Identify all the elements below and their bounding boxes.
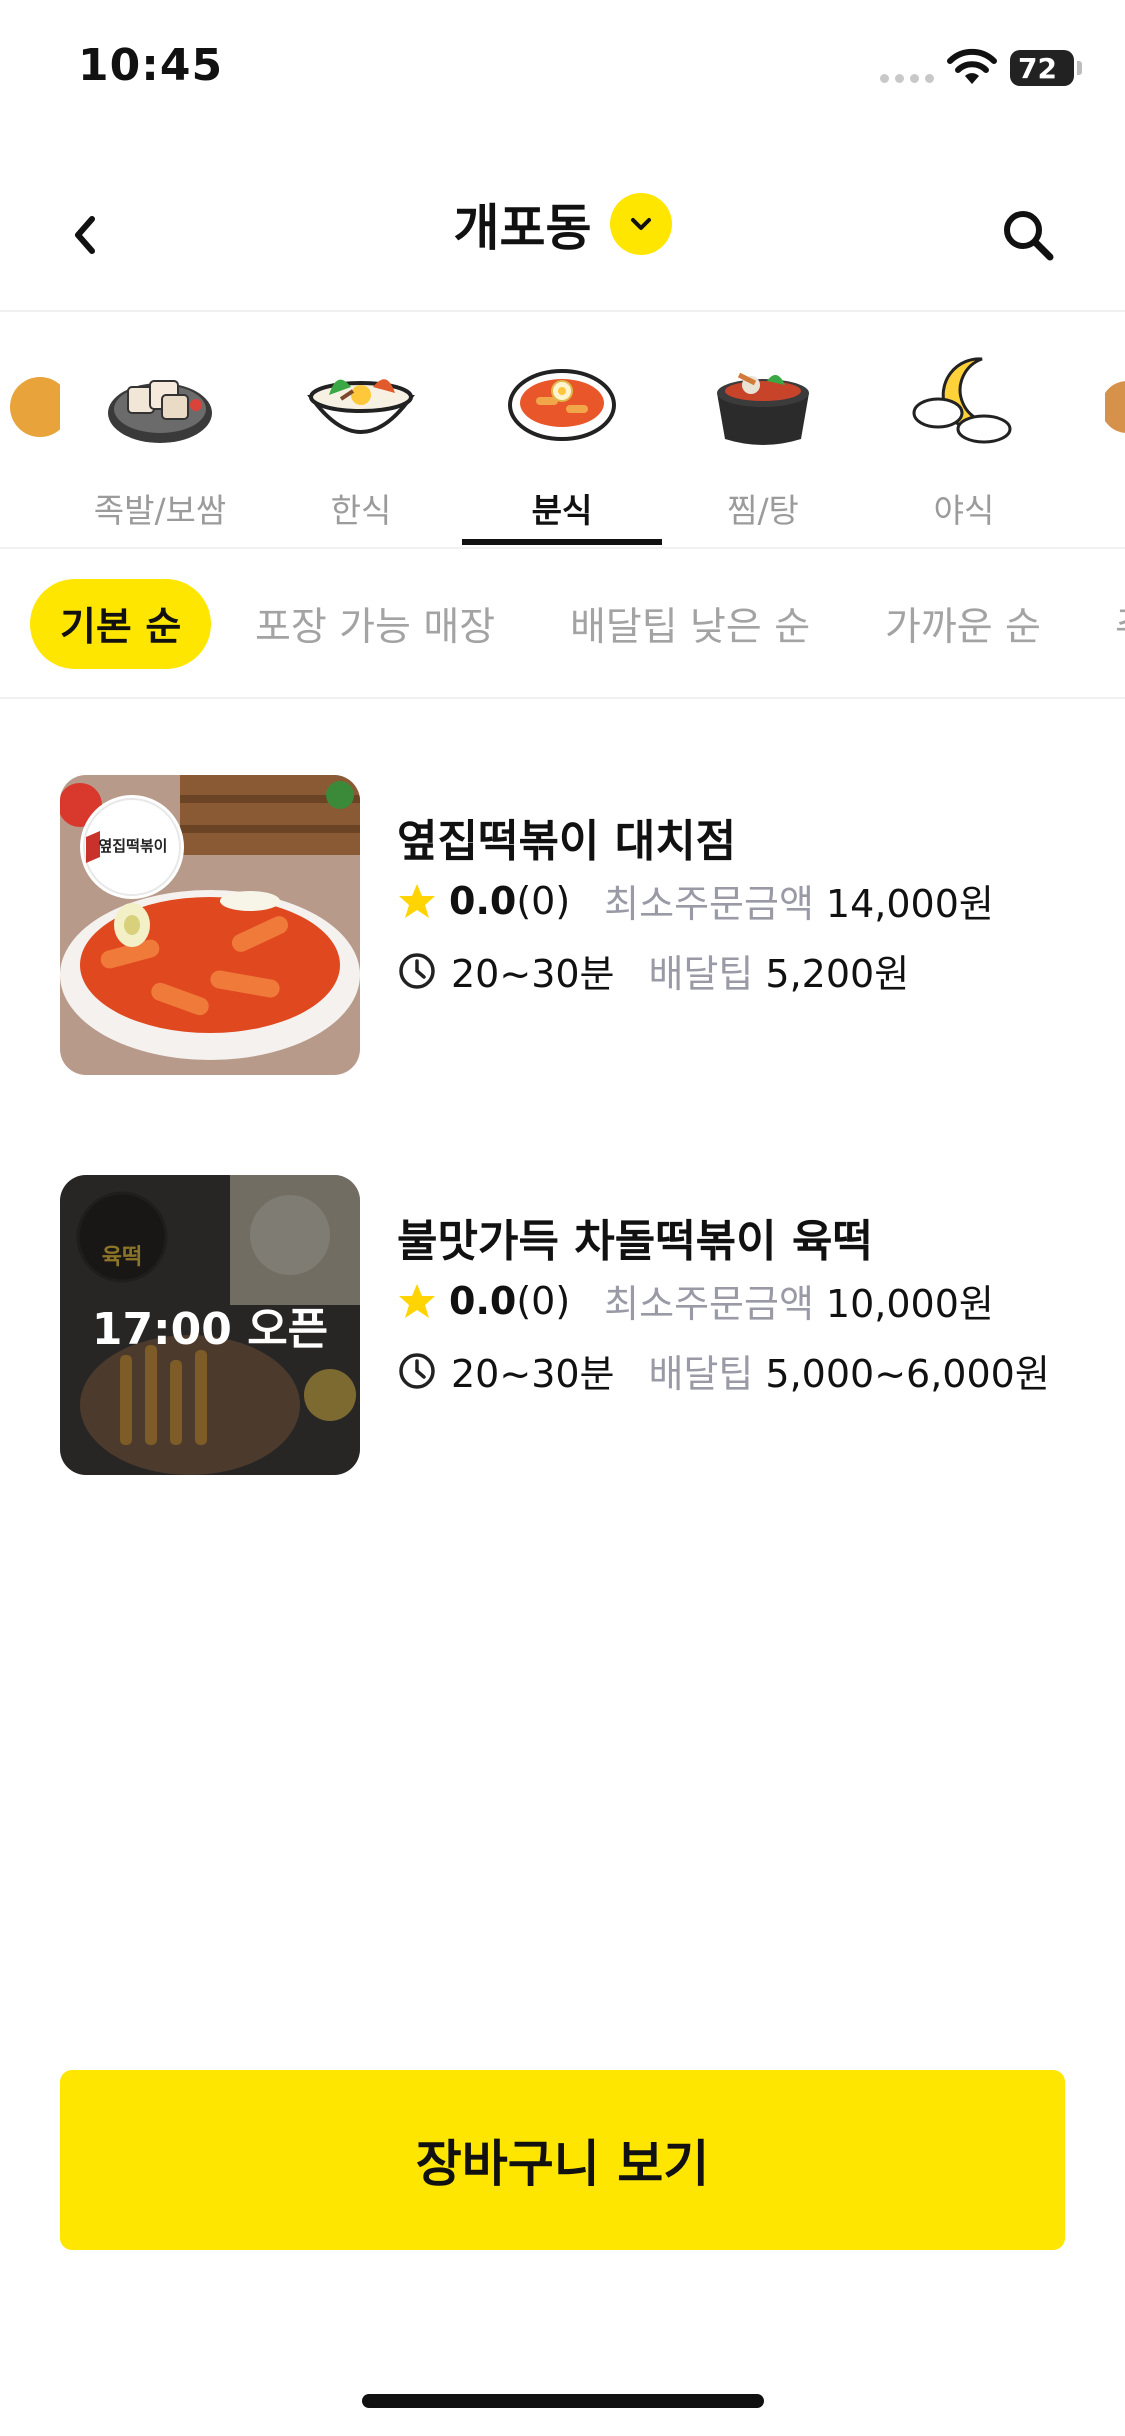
category-tab-late-night[interactable]: 야식 [864,312,1064,547]
min-order-label: 최소주문금액 [604,1282,814,1326]
min-order-value: 14,000원 [825,882,994,926]
star-icon [399,883,435,918]
search-icon [1003,211,1053,261]
battery-icon: 72 [1010,50,1082,86]
store-rating-row: 0.0 (0) 최소주문금액 10,000원 [397,1273,994,1328]
store-delivery-row: 20~30분 배달팁 5,200원 [397,943,909,998]
status-bar: 10:45 72 [0,0,1125,140]
delivery-tip-value: 5,000~6,000원 [765,1352,1050,1396]
sort-chip-partial[interactable]: 주 [1115,579,1125,669]
bibimbap-icon [296,342,426,462]
category-tab-stew[interactable]: 찜/탕 [663,312,863,547]
category-label: 족발/보쌈 [93,491,227,530]
location-selector[interactable]: 개포동 [0,188,1125,260]
category-label: 찜/탕 [727,491,799,530]
store-logo-text: 옆집떡볶이 [98,837,168,855]
review-count: (0) [516,878,571,923]
sort-options: 기본 순 포장 가능 매장 배달팁 낮은 순 가까운 순 주 [0,549,1125,697]
delivery-time: 20~30분 [451,952,615,996]
category-tab-jokbal[interactable]: 족발/보쌈 [60,312,260,547]
divider [0,697,1125,699]
sort-chip-default[interactable]: 기본 순 [30,579,212,669]
chevron-down-icon [609,193,672,255]
review-count: (0) [516,1278,571,1323]
store-delivery-row: 20~30분 배달팁 5,000~6,000원 [397,1343,1050,1398]
star-icon [399,1283,435,1318]
delivery-time: 20~30분 [451,1352,615,1396]
category-tab-snack[interactable]: 분식 [462,312,662,547]
category-label: 야식 [933,491,995,530]
min-order-label: 최소주문금액 [604,882,814,926]
category-tabs: 족발/보쌈 한식 분식 찜/탕 야식 [0,312,1125,547]
stew-pot-icon [698,342,828,462]
status-time: 10:45 [78,40,224,91]
store-thumbnail: 옆집떡볶이 [60,775,360,1075]
moon-cloud-icon [899,342,1029,462]
category-tab-partial-right[interactable]: 돈가 [1065,312,1125,547]
delivery-tip-value: 5,200원 [765,952,910,996]
view-cart-button[interactable]: 장바구니 보기 [60,2070,1065,2250]
clock-icon [399,1352,435,1389]
search-button[interactable] [990,190,1065,280]
header: 개포동 [0,160,1125,310]
home-indicator [362,2394,764,2408]
store-thumbnail: 육떡 17:00 오픈 [60,1175,360,1475]
category-tab-korean[interactable]: 한식 [261,312,461,547]
sort-chip-takeout[interactable]: 포장 가능 매장 [255,579,495,669]
delivery-tip-label: 배달팁 [648,1352,754,1396]
min-order-value: 10,000원 [825,1282,994,1326]
battery-level: 72 [1018,51,1057,85]
sort-chip-nearest[interactable]: 가까운 순 [885,579,1041,669]
store-item[interactable]: 육떡 17:00 오픈 불맛가득 차돌떡볶이 육떡 0.0 (0) 최소주문금액… [0,1175,1125,1475]
active-tab-indicator [462,539,662,545]
store-rating-row: 0.0 (0) 최소주문금액 14,000원 [397,873,994,928]
wifi-icon [947,48,997,84]
page-title: 개포동 [453,199,592,257]
sort-chip-low-tip[interactable]: 배달팁 낮은 순 [570,579,810,669]
store-name: 불맛가득 차돌떡볶이 육떡 [397,1216,873,1267]
delivery-tip-label: 배달팁 [648,952,754,996]
open-time-overlay: 17:00 오픈 [60,1175,360,1475]
partial-food-icon [1100,342,1125,462]
tteokbokki-icon [497,342,627,462]
partial-food-icon [0,342,65,462]
category-label: 한식 [330,491,392,530]
cellular-signal-icon [880,74,934,83]
open-time-text: 17:00 오픈 [91,1304,329,1355]
clock-icon [399,952,435,989]
store-name: 옆집떡볶이 대치점 [397,816,737,867]
rating-value: 0.0 [449,1278,517,1323]
rating-value: 0.0 [449,878,517,923]
jokbal-icon [95,342,225,462]
category-label: 분식 [531,491,593,530]
store-item[interactable]: 옆집떡볶이 옆집떡볶이 대치점 0.0 (0) 최소주문금액 14,000원 2… [0,775,1125,1075]
